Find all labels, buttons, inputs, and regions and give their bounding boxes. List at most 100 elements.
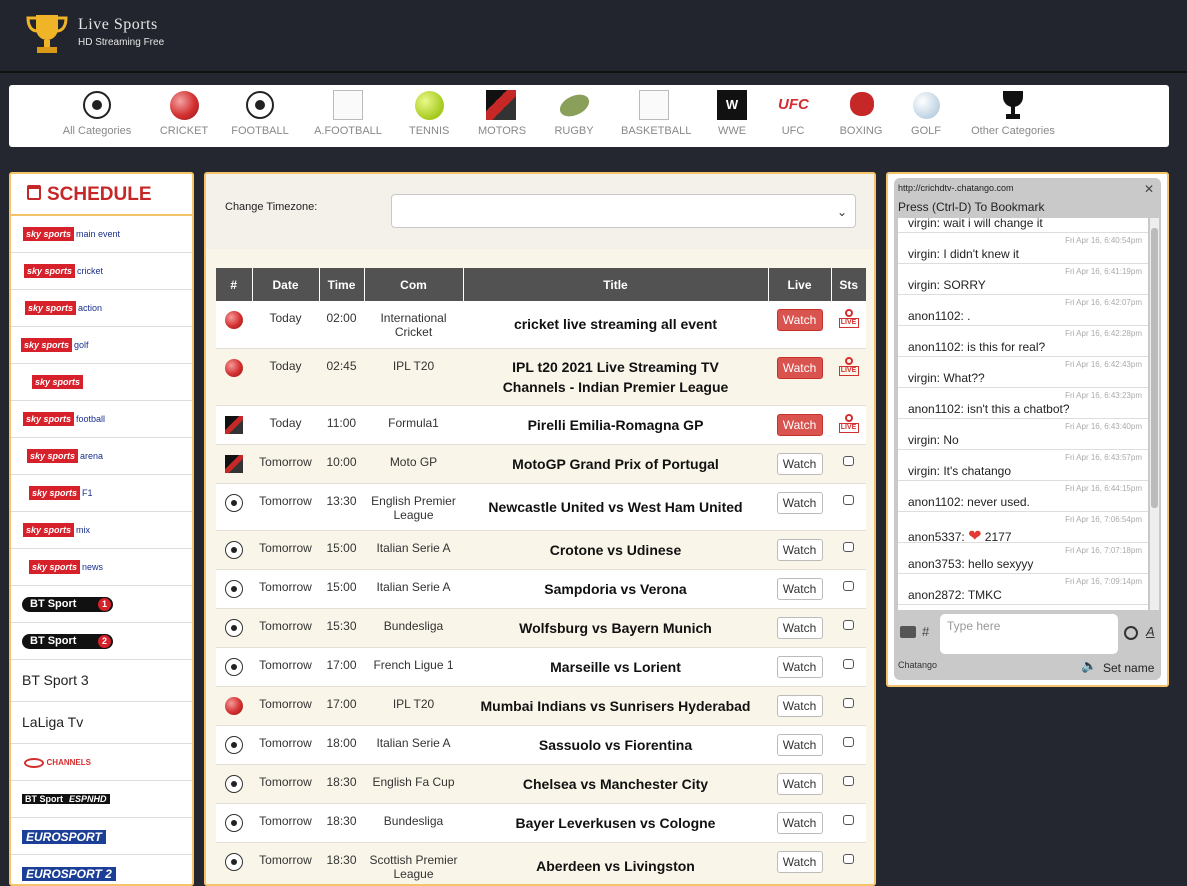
speaker-icon[interactable]: 🔈 (1081, 658, 1097, 674)
watch-button[interactable]: Watch (776, 577, 823, 600)
table-row[interactable]: Tomorrow 18:30 Scottish Premier League Aber… (216, 842, 866, 884)
watch-button[interactable]: Watch (776, 772, 823, 795)
event-title[interactable]: Wolfsburg vs Bayern Munich (463, 608, 768, 648)
watch-button[interactable]: Watch (776, 811, 823, 834)
camera-icon[interactable] (900, 626, 916, 638)
watch-button[interactable]: Watch (776, 413, 823, 436)
table-row[interactable]: Tomorrow 18:30 English Fa Cup Chelsea vs Ma… (216, 764, 866, 804)
channel-number: 1 (98, 598, 111, 611)
chat-message: Fri Apr 16, 6:41:19pm virgin: SORRY (898, 264, 1148, 295)
table-row[interactable]: Today 02:00 International Cricket cricket l… (216, 301, 866, 349)
event-title[interactable]: Pirelli Emilia-Romagna GP (463, 405, 768, 445)
watch-button[interactable]: Watch (776, 694, 823, 717)
category-7[interactable]: BASKETBALL (621, 90, 691, 144)
table-row[interactable]: Tomorrow 18:30 Bundesliga Bayer Leverkusen … (216, 803, 866, 843)
channel-item[interactable]: sky sports news (11, 549, 192, 586)
event-title[interactable]: Sassuolo vs Fiorentina (463, 725, 768, 765)
chat-url[interactable]: http://crichdtv-.chatango.com (898, 183, 1014, 193)
category-0[interactable]: All Categories (54, 90, 140, 144)
table-row[interactable]: Tomorrow 15:30 Bundesliga Wolfsburg vs Baye… (216, 608, 866, 648)
event-title[interactable]: Bayer Leverkusen vs Cologne (463, 803, 768, 843)
channel-item[interactable]: sky sports F1 (11, 475, 192, 512)
category-3[interactable]: A.FOOTBALL (313, 90, 383, 144)
event-title[interactable]: Crotone vs Udinese (463, 530, 768, 570)
category-12[interactable]: Other Categories (970, 90, 1056, 144)
channel-item[interactable]: sky sports football (11, 401, 192, 438)
brand: BT Sport (30, 635, 77, 647)
date-cell: Tomorrow (252, 764, 319, 804)
table-row[interactable]: Tomorrow 15:00 Italian Serie A Crotone vs U… (216, 530, 866, 570)
column-header: Date (252, 268, 320, 301)
watch-button[interactable]: Watch (776, 491, 823, 514)
watch-button[interactable]: Watch (776, 309, 823, 331)
channel-item[interactable]: sky sports arena (11, 438, 192, 475)
watch-button[interactable]: Watch (776, 538, 823, 561)
table-row[interactable]: Tomorrow 10:00 Moto GP MotoGP Grand Prix of… (216, 444, 866, 484)
emoji-icon[interactable] (1124, 626, 1138, 640)
category-2[interactable]: FOOTBALL (228, 90, 292, 144)
watch-button[interactable]: Watch (776, 616, 823, 639)
time-cell: 02:00 (319, 301, 364, 349)
watch-button[interactable]: Watch (776, 452, 823, 475)
scrollbar-thumb[interactable] (1151, 228, 1158, 508)
watch-button[interactable]: Watch (776, 356, 823, 379)
table-row[interactable]: Today 11:00 Formula1 Pirelli Emilia-Romagna… (216, 405, 866, 445)
category-4[interactable]: TENNIS (409, 90, 449, 144)
channel-item[interactable]: sky sports action (11, 290, 192, 327)
sport-cell (216, 764, 252, 804)
status-cell (831, 803, 866, 843)
site-title[interactable]: Live Sports (78, 16, 158, 34)
channel-item[interactable]: sky sports golf (11, 327, 192, 364)
chat-scrollbar[interactable] (1150, 218, 1159, 610)
message-text: virgin: SORRY (908, 278, 986, 292)
watch-button[interactable]: Watch (776, 850, 823, 873)
channel-item[interactable]: sky sports (11, 364, 192, 401)
chat-input[interactable]: Type here (940, 614, 1118, 654)
hashtag-icon[interactable]: # (922, 624, 929, 639)
set-name-link[interactable]: Set name (1103, 661, 1154, 675)
watch-button[interactable]: Watch (776, 655, 823, 678)
event-title[interactable]: cricket live streaming all event (463, 301, 768, 349)
table-row[interactable]: Tomorrow 15:00 Italian Serie A Sampdoria vs… (216, 569, 866, 609)
event-title[interactable]: Chelsea vs Manchester City (463, 764, 768, 804)
table-row[interactable]: Tomorrow 17:00 IPL T20 Mumbai Indians vs Su… (216, 686, 866, 726)
close-icon[interactable]: ✕ (1144, 182, 1154, 196)
channel-item[interactable]: BT Sport 3 (11, 660, 192, 702)
trophy-logo-icon[interactable] (24, 12, 70, 56)
table-row[interactable]: Tomorrow 17:00 French Ligue 1 Marseille vs … (216, 647, 866, 687)
table-row[interactable]: Tomorrow 13:30 English Premier League Newca… (216, 483, 866, 531)
font-style-icon[interactable]: A (1146, 624, 1155, 639)
table-row[interactable]: Today 02:45 IPL T20 IPL t20 2021 Live Strea… (216, 348, 866, 406)
channel-item[interactable]: BT Sport ESPNHD (11, 781, 192, 818)
event-title[interactable]: MotoGP Grand Prix of Portugal (463, 444, 768, 484)
competition-cell: Formula1 (364, 405, 463, 445)
category-8[interactable]: W WWE (717, 90, 747, 144)
channel-item[interactable]: sky sports cricket (11, 253, 192, 290)
category-9[interactable]: UFC UFC (778, 90, 809, 144)
event-title[interactable]: IPL t20 2021 Live Streaming TV Channels … (463, 348, 768, 406)
channel-item[interactable]: sky sports main event (11, 216, 192, 253)
top-header: Live Sports HD Streaming Free (0, 0, 1187, 73)
event-title[interactable]: Sampdoria vs Verona (463, 569, 768, 609)
timezone-select[interactable]: ⌄ (391, 194, 856, 228)
event-title[interactable]: Marseille vs Lorient (463, 647, 768, 687)
category-label: FOOTBALL (231, 125, 289, 137)
channel-item[interactable]: BT Sport 1 (11, 586, 192, 623)
category-5[interactable]: MOTORS (478, 90, 526, 144)
category-11[interactable]: GOLF (911, 90, 941, 144)
category-6[interactable]: RUGBY (554, 90, 594, 144)
watch-button[interactable]: Watch (776, 733, 823, 756)
event-title[interactable]: Aberdeen vs Livingston (463, 842, 768, 884)
table-row[interactable]: Tomorrow 18:00 Italian Serie A Sassuolo vs … (216, 725, 866, 765)
chatango-brand[interactable]: Chatango (898, 660, 937, 670)
channel-item[interactable]: LaLiga Tv (11, 702, 192, 744)
channel-item[interactable]: CHANNELS (11, 744, 192, 781)
channel-item[interactable]: sky sports mix (11, 512, 192, 549)
event-title[interactable]: Mumbai Indians vs Sunrisers Hyderabad (463, 686, 768, 726)
category-10[interactable]: BOXING (838, 90, 884, 144)
category-1[interactable]: CRICKET (152, 90, 216, 144)
channel-item[interactable]: EUROSPORT (11, 818, 192, 855)
channel-item[interactable]: BT Sport 2 (11, 623, 192, 660)
channel-item[interactable]: EUROSPORT 2 (11, 855, 192, 884)
event-title[interactable]: Newcastle United vs West Ham United (463, 483, 768, 531)
